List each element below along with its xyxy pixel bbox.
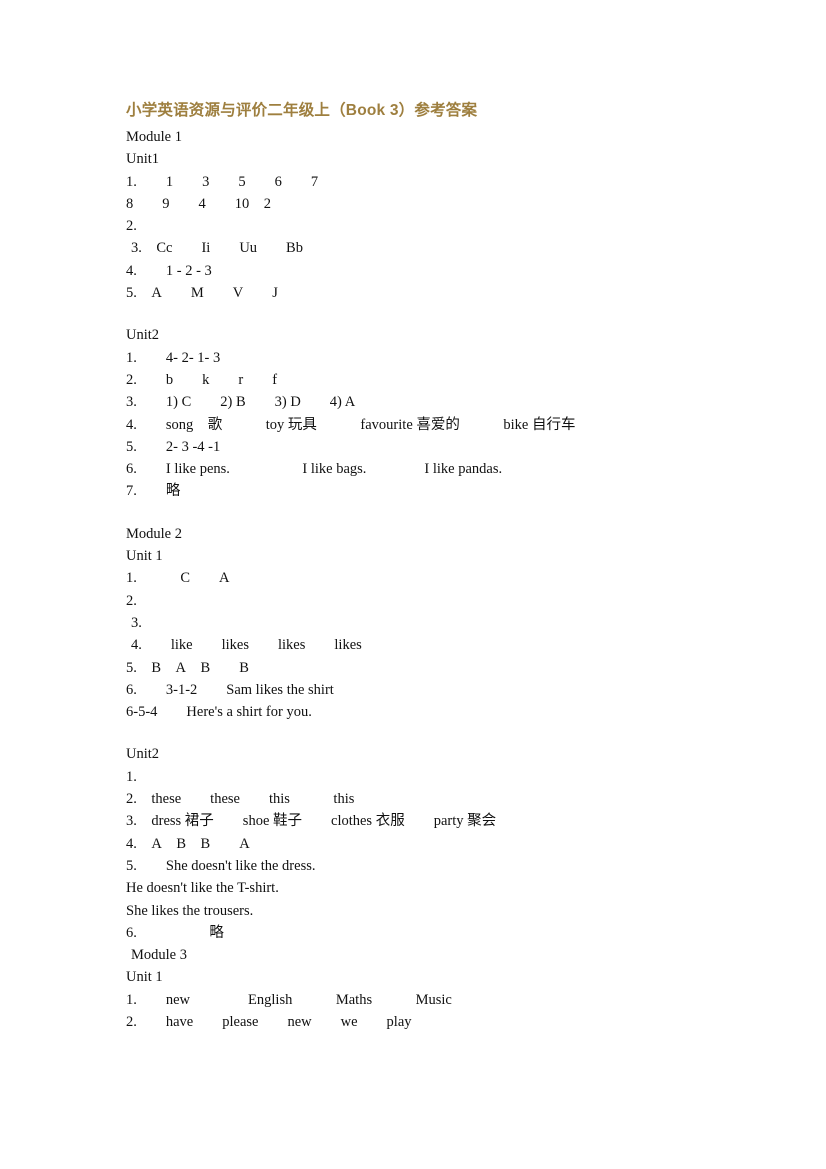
answer-line: 1. new English Maths Music: [126, 991, 452, 1008]
answer-line: 1. 1 3 5 6 7: [126, 173, 319, 190]
answer-line: 2. b k r f: [126, 371, 278, 388]
answer-line: 3.: [131, 614, 142, 631]
unit-heading: Unit 1: [126, 969, 163, 986]
answer-line: 5. A M V J: [126, 285, 278, 302]
page-title: 小学英语资源与评价二年级上（Book 3）参考答案: [126, 102, 478, 119]
answer-line: 5. B A B B: [126, 659, 249, 676]
answer-line: 1. C A: [126, 570, 230, 587]
module-heading: Module 2: [126, 525, 182, 542]
unit-heading: Unit 1: [126, 548, 163, 565]
answer-line: 5. She doesn't like the dress.: [126, 857, 316, 874]
answer-line: 1.: [126, 768, 137, 785]
unit-heading: Unit2: [126, 327, 160, 344]
answer-line: 4. like likes likes likes: [131, 637, 362, 654]
answer-line: 8 9 4 10 2: [126, 195, 271, 212]
answer-line: 1. 4- 2- 1- 3: [126, 349, 221, 366]
answer-line: 4. A B B A: [126, 835, 250, 852]
answer-line: She likes the trousers.: [126, 902, 254, 919]
answer-key-body: Module 1 Unit1 1. 1 3 5 6 7 8 9 4 10 2 2. 3. …: [126, 126, 716, 1033]
module-heading: Module 3: [131, 947, 187, 964]
answer-line: 2.: [126, 218, 137, 235]
answer-line: 4. 1 - 2 - 3: [126, 262, 212, 279]
answer-line: 2. these these this this: [126, 791, 355, 808]
answer-line: 6-5-4 Here's a shirt for you.: [126, 704, 312, 721]
answer-line: 3. dress 裙子 shoe 鞋子 clothes 衣服 party 聚会: [126, 813, 497, 830]
answer-line: 5. 2- 3 -4 -1: [126, 438, 221, 455]
answer-line: He doesn't like the T-shirt.: [126, 880, 279, 897]
unit-heading: Unit1: [126, 151, 160, 168]
answer-line: 6. 3-1-2 Sam likes the shirt: [126, 681, 334, 698]
answer-line: 2. have please new we play: [126, 1013, 412, 1030]
answer-line: 3. 1) C 2) B 3) D 4) A: [126, 394, 356, 411]
answer-line: 3. Cc Ii Uu Bb: [131, 240, 303, 257]
unit-heading: Unit2: [126, 746, 160, 763]
answer-line: 6. I like pens. I like bags. I like pand…: [126, 461, 503, 478]
answer-line: 6. 略: [126, 924, 224, 941]
module-heading: Module 1: [126, 129, 182, 145]
document-page: 小学英语资源与评价二年级上（Book 3）参考答案 Module 1 Unit1 1…: [0, 0, 826, 1169]
answer-line: 7. 略: [126, 483, 181, 500]
answer-line: 4. song 歌 toy 玩具 favourite 喜爱的 bike 自行车: [126, 416, 576, 433]
answer-line: 2.: [126, 592, 137, 609]
